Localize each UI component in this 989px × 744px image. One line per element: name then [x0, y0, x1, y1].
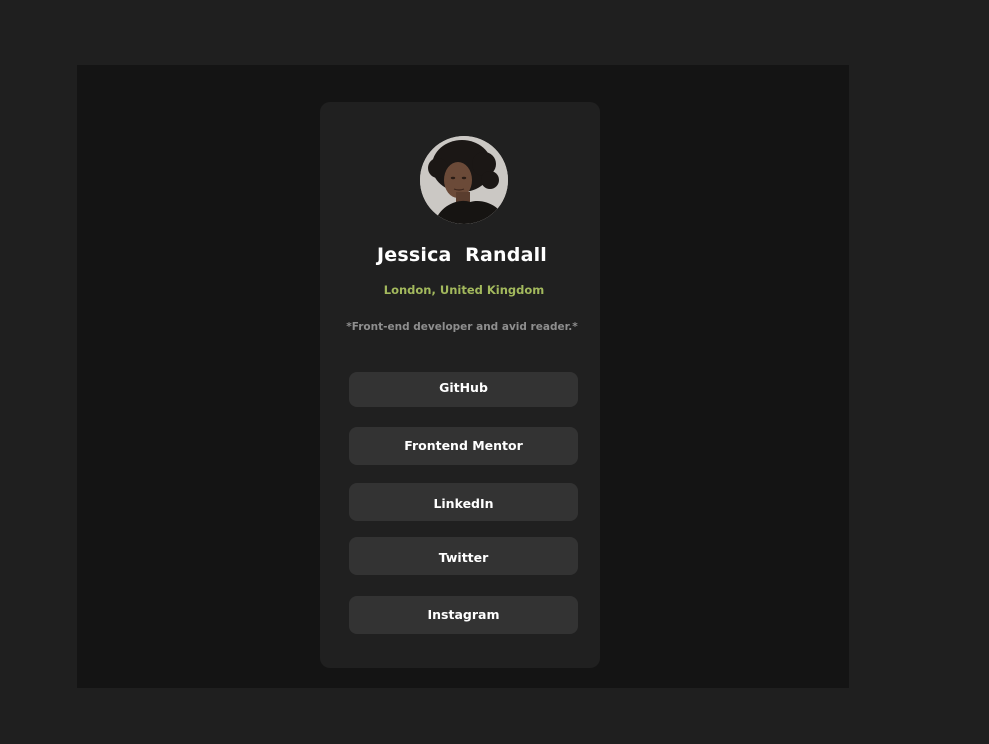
profile-location: London, United Kingdom [383, 283, 545, 297]
profile-photo-icon [420, 136, 508, 224]
profile-card: Jessica Randall London, United Kingdom *… [320, 102, 600, 668]
avatar [420, 136, 508, 224]
profile-bio: *Front-end developer and avid reader.* [346, 321, 578, 333]
instagram-link-button[interactable]: Instagram [349, 596, 578, 634]
linkedin-link-button[interactable]: LinkedIn [349, 483, 578, 521]
frontend-mentor-link-button[interactable]: Frontend Mentor [349, 427, 578, 465]
twitter-link-button[interactable]: Twitter [349, 537, 578, 575]
github-link-button[interactable]: GitHub [349, 372, 578, 407]
profile-name: Jessica Randall [376, 244, 548, 266]
